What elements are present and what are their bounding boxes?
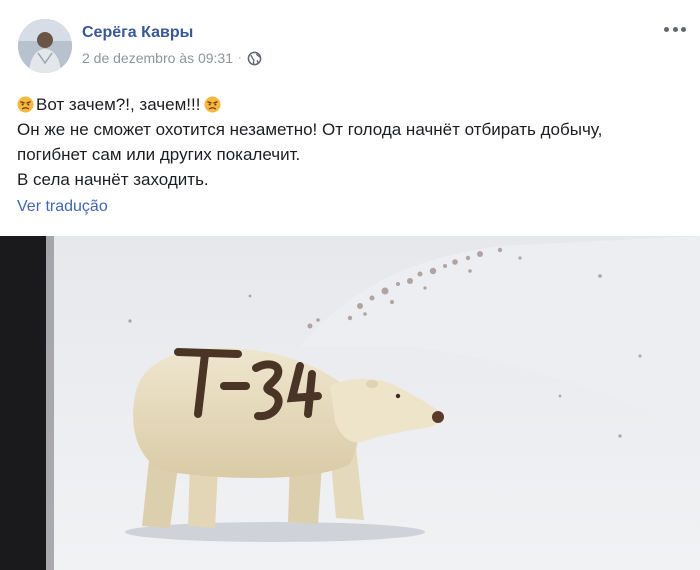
timestamp[interactable]: 2 de dezembro às 09:31	[82, 50, 233, 66]
dark-frame-edge	[0, 236, 46, 570]
angry-face-icon	[17, 96, 34, 113]
post-meta: 2 de dezembro às 09:31 ·	[82, 50, 262, 66]
separator: ·	[238, 52, 242, 64]
post-text-line-1: Вот зачем?!, зачем!!!	[17, 92, 687, 117]
author-name[interactable]: Серёга Кавры	[82, 24, 193, 42]
polar-bear-photo	[0, 236, 700, 570]
more-options-icon[interactable]	[664, 22, 686, 36]
bear-nose	[432, 411, 444, 423]
avatar-image	[18, 19, 72, 73]
post-text-line-2: Он же не сможет охотится незаметно! От г…	[17, 120, 603, 139]
avatar[interactable]	[18, 19, 72, 73]
facebook-post: Серёга Кавры 2 de dezembro às 09:31 · Во…	[0, 0, 700, 570]
see-translation-link[interactable]: Ver tradução	[17, 198, 108, 216]
post-text-line-3: погибнет сам или других покалечит.	[17, 145, 301, 164]
angry-face-icon	[204, 96, 222, 113]
post-text-line-1-text: Вот зачем?!, зачем!!!	[36, 95, 201, 114]
globe-icon[interactable]	[247, 51, 262, 66]
post-text: Вот зачем?!, зачем!!! Он же не сможет ох…	[17, 92, 687, 192]
post-text-line-4: В села начнёт заходить.	[17, 170, 209, 189]
post-photo[interactable]	[0, 236, 700, 570]
